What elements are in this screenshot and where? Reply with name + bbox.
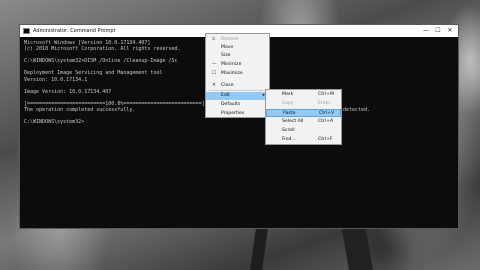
edit-menu-item-select-all[interactable]: Select All Ctrl+A — [266, 118, 341, 126]
edit-menu-item-paste[interactable]: Paste Ctrl+V — [266, 109, 341, 117]
edit-menu-item-label: Scroll — [282, 128, 295, 133]
system-menu-item-defaults[interactable]: Defaults — [206, 101, 269, 109]
system-menu-item-label: Edit — [221, 93, 230, 98]
system-menu-item-size[interactable]: Size — [206, 52, 269, 60]
edit-menu-item-label: Copy — [282, 101, 294, 106]
maximize-icon: ☐ — [212, 71, 217, 76]
close-icon: ✕ — [212, 83, 216, 88]
system-menu-item-label: Restore — [221, 37, 239, 42]
system-menu-item-properties[interactable]: Properties — [206, 110, 269, 118]
system-menu-item-label: Move — [221, 45, 234, 50]
system-menu-item-move[interactable]: Move — [206, 44, 269, 52]
system-menu-item-close[interactable]: ✕ Close — [206, 82, 269, 90]
edit-menu-item-label: Find... — [282, 137, 296, 142]
menu-separator — [209, 90, 266, 91]
maximize-button[interactable]: ☐ — [432, 25, 444, 37]
system-menu-item-label: Properties — [221, 111, 245, 116]
edit-menu-item-copy[interactable]: Copy Enter — [266, 100, 341, 108]
edit-menu-item-label: Paste — [283, 111, 296, 116]
system-menu[interactable]: ⧉ Restore Move Size — Minimize ☐ Maximize ✕ Close… — [205, 33, 270, 118]
restore-icon: ⧉ — [212, 37, 216, 42]
window-title: Administrator: Command Prompt — [33, 28, 116, 34]
edit-menu-item-find[interactable]: Find... Ctrl+F — [266, 136, 341, 144]
console-overflow-text: detected. — [343, 107, 371, 113]
shortcut-key: Ctrl+A — [318, 119, 334, 124]
edit-menu-item-scroll[interactable]: Scroll — [266, 127, 341, 135]
system-menu-item-label: Maximize — [221, 71, 243, 76]
system-menu-item-label: Minimize — [221, 62, 242, 67]
system-menu-item-edit[interactable]: Edit ▸ — [206, 92, 269, 100]
minimize-button[interactable]: — — [420, 25, 432, 37]
system-menu-item-label: Size — [221, 53, 231, 58]
shortcut-key: Ctrl+F — [318, 137, 333, 142]
cmd-app-icon[interactable] — [23, 28, 30, 34]
edit-menu-item-label: Mark — [282, 92, 294, 97]
edit-submenu[interactable]: Mark Ctrl+M Copy Enter Paste Ctrl+V Select All… — [265, 89, 342, 145]
shortcut-key: Ctrl+V — [319, 111, 335, 116]
minimize-icon: — — [212, 62, 217, 67]
system-menu-item-label: Defaults — [221, 102, 241, 107]
close-button[interactable]: ✕ — [444, 25, 456, 37]
system-menu-item-maximize[interactable]: ☐ Maximize — [206, 70, 269, 78]
shortcut-key: Enter — [318, 101, 331, 106]
edit-menu-item-mark[interactable]: Mark Ctrl+M — [266, 91, 341, 99]
system-menu-item-minimize[interactable]: — Minimize — [206, 61, 269, 69]
system-menu-item-restore[interactable]: ⧉ Restore — [206, 36, 269, 44]
system-menu-item-label: Close — [221, 83, 234, 88]
console-line: C:\WINDOWS\system32> — [24, 119, 85, 126]
shortcut-key: Ctrl+M — [318, 92, 334, 97]
edit-menu-item-label: Select All — [282, 119, 304, 124]
